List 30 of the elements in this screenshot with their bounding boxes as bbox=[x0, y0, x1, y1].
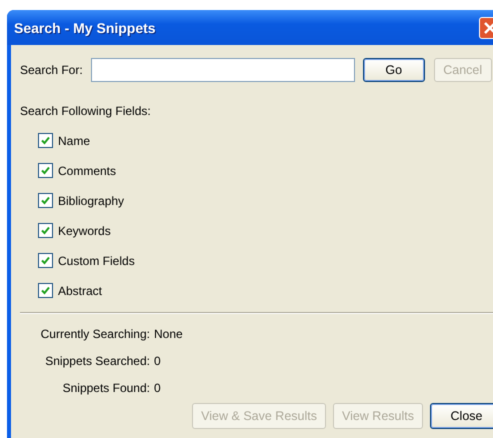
checkmark-icon bbox=[41, 196, 50, 205]
checkbox-label: Bibliography bbox=[58, 194, 124, 208]
go-button[interactable]: Go bbox=[362, 58, 425, 82]
close-button[interactable]: Close bbox=[430, 403, 493, 429]
checkbox[interactable] bbox=[38, 133, 53, 148]
checkmark-icon bbox=[41, 166, 50, 175]
checkmark-icon bbox=[41, 256, 50, 265]
checkbox[interactable] bbox=[38, 223, 53, 238]
checkbox[interactable] bbox=[38, 163, 53, 178]
status-label: Snippets Searched: bbox=[44, 354, 150, 368]
checkbox-label: Name bbox=[58, 134, 90, 148]
search-label: Search For: bbox=[20, 63, 83, 77]
checkmark-icon bbox=[41, 226, 50, 235]
status-value: 0 bbox=[154, 381, 162, 395]
fields-heading: Search Following Fields: bbox=[20, 104, 152, 118]
status-value: None bbox=[154, 327, 184, 341]
status-value: 0 bbox=[154, 354, 162, 368]
checkbox[interactable] bbox=[38, 193, 53, 208]
checkbox[interactable] bbox=[38, 253, 53, 268]
checkmark-icon bbox=[41, 136, 50, 145]
window-title: Search - My Snippets bbox=[14, 20, 156, 36]
checkbox[interactable] bbox=[38, 283, 53, 298]
status-label: Snippets Found: bbox=[62, 381, 150, 395]
checkbox-label: Comments bbox=[58, 164, 116, 178]
status-label: Currently Searching: bbox=[40, 327, 150, 341]
checkbox-label: Keywords bbox=[58, 224, 111, 238]
search-field[interactable] bbox=[90, 58, 355, 82]
checkbox-label: Abstract bbox=[58, 284, 102, 298]
checkmark-icon bbox=[41, 286, 50, 295]
checkbox-label: Custom Fields bbox=[58, 254, 135, 268]
